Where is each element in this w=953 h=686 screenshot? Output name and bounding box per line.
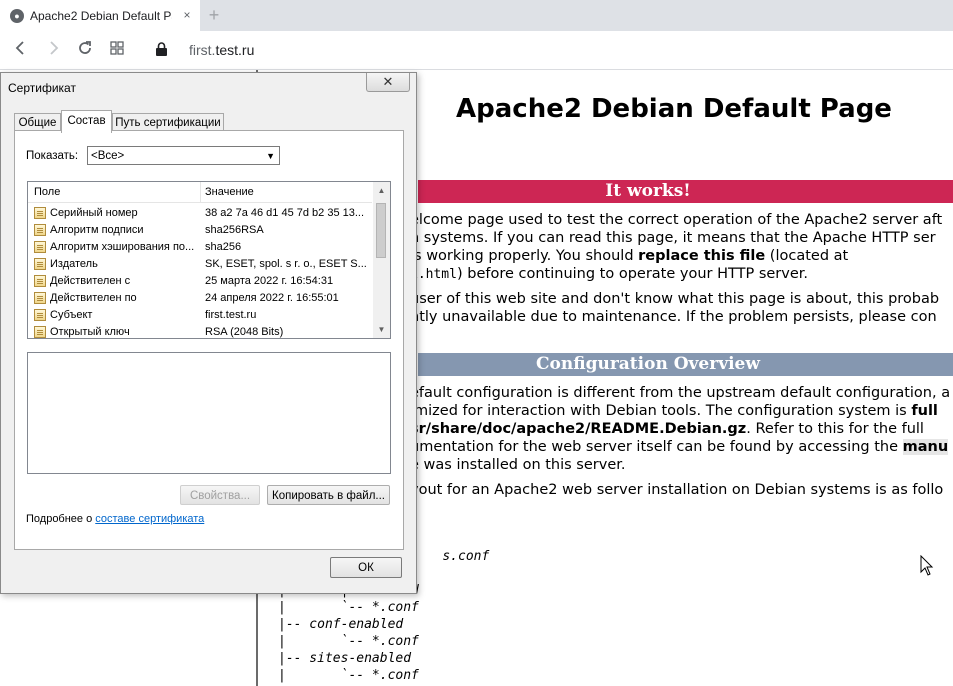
list-scrollbar[interactable]: ▲ ▼ bbox=[373, 182, 390, 338]
dialog-close-button[interactable]: ✕ bbox=[366, 73, 410, 92]
certificate-field-icon bbox=[34, 309, 46, 321]
scroll-down-icon[interactable]: ▼ bbox=[373, 321, 390, 338]
field-value: first.test.ru bbox=[205, 309, 257, 321]
field-value: 25 марта 2022 г. 16:54:31 bbox=[205, 275, 334, 287]
show-label: Показать: bbox=[26, 150, 79, 162]
browser-toolbar bbox=[0, 31, 953, 70]
certificate-field-icon bbox=[34, 224, 46, 236]
show-select-value: <Все> bbox=[91, 150, 125, 162]
list-item[interactable]: Действителен по 24 апреля 2022 г. 16:55:0… bbox=[28, 290, 372, 307]
scroll-thumb[interactable] bbox=[376, 203, 386, 258]
ok-button[interactable]: ОК bbox=[330, 557, 402, 578]
notice-line-1: user of this web site and don't know wha… bbox=[410, 291, 940, 307]
back-icon[interactable] bbox=[11, 40, 31, 60]
layout-line-1: yout for an Apache2 web server installat… bbox=[410, 482, 944, 498]
field-value: sha256RSA bbox=[205, 224, 264, 236]
tab-details[interactable]: Состав bbox=[61, 110, 112, 133]
copy-to-file-button[interactable]: Копировать в файл... bbox=[267, 485, 390, 505]
list-item[interactable]: Открытый ключ RSA (2048 Bits) bbox=[28, 324, 372, 338]
properties-button[interactable]: Свойства... bbox=[180, 485, 260, 505]
certificate-field-icon bbox=[34, 258, 46, 270]
show-select[interactable]: <Все> ▼ bbox=[87, 146, 280, 165]
close-tab-icon[interactable]: × bbox=[180, 8, 194, 22]
tree-line: |-- sites-enabled bbox=[278, 651, 412, 666]
lock-icon[interactable] bbox=[156, 42, 167, 56]
config-overview-banner: Configuration Overview bbox=[418, 353, 953, 376]
new-tab-icon[interactable]: + bbox=[205, 6, 223, 24]
address-bar[interactable]: first.test.ru bbox=[189, 42, 254, 58]
column-value-header[interactable]: Значение bbox=[205, 186, 254, 198]
list-item[interactable]: Алгоритм подписи sha256RSA bbox=[28, 222, 372, 239]
field-value: 38 a2 7a 46 d1 45 7d b2 35 13... bbox=[205, 207, 365, 219]
list-header: Поле Значение bbox=[28, 182, 372, 203]
intro-line-4: x.html) before continuing to operate you… bbox=[410, 266, 808, 282]
field-name: Издатель bbox=[50, 258, 98, 270]
field-name: Алгоритм хэширования по... bbox=[50, 241, 195, 253]
field-value: sha256 bbox=[205, 241, 242, 253]
tree-line: |-- conf-enabled bbox=[278, 617, 404, 632]
column-field-header[interactable]: Поле bbox=[34, 186, 60, 198]
field-name: Открытый ключ bbox=[50, 326, 130, 338]
tree-line: | `-- *.conf bbox=[278, 600, 419, 615]
forward-icon[interactable] bbox=[43, 40, 63, 60]
config-line-2: imized for interaction with Debian tools… bbox=[410, 403, 938, 419]
certificate-field-icon bbox=[34, 275, 46, 287]
list-item[interactable]: Субъект first.test.ru bbox=[28, 307, 372, 324]
certificate-field-icon bbox=[34, 292, 46, 304]
url-host-prefix: first. bbox=[189, 42, 216, 58]
config-line-1: efault configuration is different from t… bbox=[410, 385, 951, 401]
field-name: Серийный номер bbox=[50, 207, 138, 219]
field-name: Алгоритм подписи bbox=[50, 224, 144, 236]
field-value: SK, ESET, spol. s r. o., ESET S... bbox=[205, 258, 367, 270]
list-item[interactable]: Издатель SK, ESET, spol. s r. o., ESET S.… bbox=[28, 256, 372, 273]
globe-icon: ● bbox=[10, 8, 24, 23]
tree-line: | `-- *.conf bbox=[278, 668, 419, 683]
list-item[interactable]: Алгоритм хэширования по... sha256 bbox=[28, 239, 372, 256]
details-panel: Показать: <Все> ▼ Поле Значение Серийный… bbox=[14, 130, 404, 550]
list-item[interactable]: Серийный номер 38 a2 7a 46 d1 45 7d b2 35… bbox=[28, 205, 372, 222]
field-value: RSA (2048 Bits) bbox=[205, 326, 284, 338]
tab-strip: ● Apache2 Debian Default Page × + bbox=[0, 0, 953, 31]
intro-line-3: is working properly. You should replace … bbox=[410, 248, 849, 264]
config-line-4: umentation for the web server itself can… bbox=[410, 439, 949, 455]
it-works-banner: It works! bbox=[418, 180, 953, 203]
certificate-dialog: Сертификат ✕ Общие Состав Путь сертифика… bbox=[0, 72, 417, 594]
apps-grid-icon[interactable] bbox=[107, 40, 127, 60]
scroll-up-icon[interactable]: ▲ bbox=[373, 182, 390, 199]
field-detail-box[interactable] bbox=[27, 352, 391, 474]
certificate-field-icon bbox=[34, 241, 46, 253]
field-name: Действителен по bbox=[50, 292, 137, 304]
url-host-domain: test.ru bbox=[215, 42, 255, 58]
field-name: Действителен с bbox=[50, 275, 131, 287]
fields-list[interactable]: Поле Значение Серийный номер 38 a2 7a 46 … bbox=[27, 181, 391, 339]
config-line-5: e was installed on this server. bbox=[410, 457, 626, 473]
tree-line: | `-- *.conf bbox=[278, 634, 419, 649]
tab-title: Apache2 Debian Default Page bbox=[30, 8, 172, 23]
dialog-title: Сертификат bbox=[8, 81, 76, 95]
notice-line-2: ntly unavailable due to maintenance. If … bbox=[410, 309, 937, 325]
config-line-3: sr/share/doc/apache2/README.Debian.gz. R… bbox=[410, 421, 924, 437]
mouse-cursor-icon bbox=[920, 554, 934, 577]
intro-line-2: n systems. If you can read this page, it… bbox=[410, 230, 936, 246]
page-title: Apache2 Debian Default Page bbox=[456, 94, 892, 124]
certificate-details-link[interactable]: составе сертификата bbox=[95, 513, 204, 525]
list-item[interactable]: Действителен с 25 марта 2022 г. 16:54:31 bbox=[28, 273, 372, 290]
chevron-down-icon: ▼ bbox=[266, 151, 275, 161]
manual-link[interactable]: manu bbox=[902, 439, 949, 455]
intro-line-1: elcome page used to test the correct ope… bbox=[410, 212, 943, 228]
more-info: Подробнее о составе сертификата bbox=[26, 513, 205, 525]
field-name: Субъект bbox=[50, 309, 93, 321]
field-value: 24 апреля 2022 г. 16:55:01 bbox=[205, 292, 339, 304]
certificate-field-icon bbox=[34, 207, 46, 219]
browser-tab[interactable]: ● Apache2 Debian Default Page × bbox=[0, 0, 200, 31]
reload-icon[interactable] bbox=[75, 40, 95, 60]
certificate-field-icon bbox=[34, 326, 46, 338]
